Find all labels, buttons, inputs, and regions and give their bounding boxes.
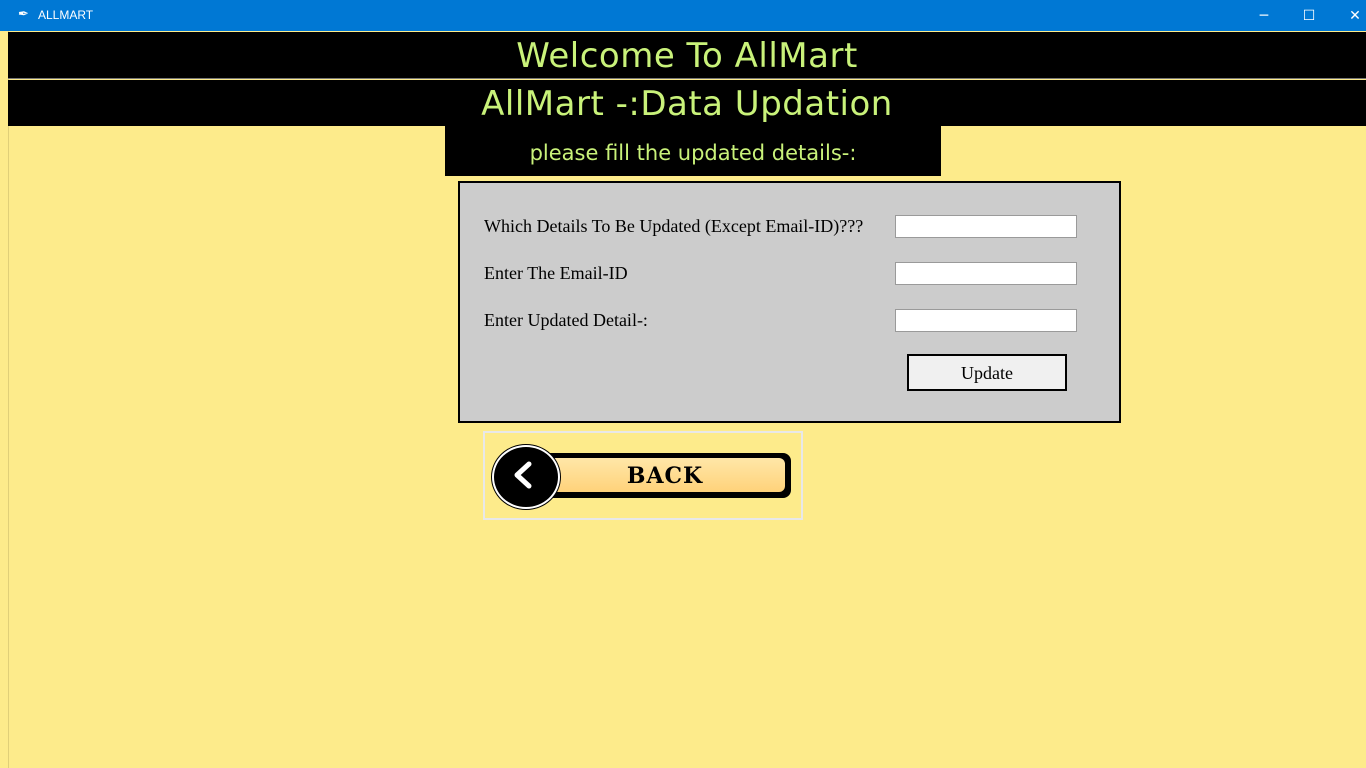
window-title: ALLMART <box>38 8 94 22</box>
maximize-button[interactable]: ☐ <box>1286 0 1332 31</box>
updated-detail-input[interactable] <box>895 309 1077 332</box>
email-id-input[interactable] <box>895 262 1077 285</box>
details-to-update-label: Which Details To Be Updated (Except Emai… <box>484 216 864 236</box>
update-form-panel: Which Details To Be Updated (Except Emai… <box>458 181 1121 423</box>
feather-icon: ✒ <box>18 7 29 22</box>
back-button-label: BACK <box>626 463 704 489</box>
email-id-label: Enter The Email-ID <box>484 263 628 283</box>
page-title: AllMart -:Data Updation <box>8 80 1366 126</box>
close-button[interactable]: ✕ <box>1332 0 1366 31</box>
window-titlebar: ✒ ALLMART ─ ☐ ✕ <box>0 0 1366 31</box>
details-to-update-input[interactable] <box>895 215 1077 238</box>
chevron-left-icon <box>514 461 532 489</box>
minimize-button[interactable]: ─ <box>1241 0 1287 31</box>
updated-detail-label: Enter Updated Detail-: <box>484 310 648 330</box>
back-button[interactable]: BACK <box>483 431 803 520</box>
instruction-banner: please fill the updated details-: <box>445 126 941 176</box>
welcome-banner: Welcome To AllMart <box>8 32 1366 79</box>
window-left-border <box>0 31 9 768</box>
update-button[interactable]: Update <box>907 354 1067 391</box>
